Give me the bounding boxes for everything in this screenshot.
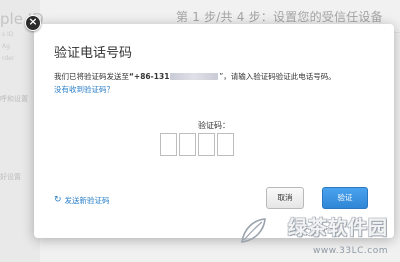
watermark: 绿茶软件园 www.33LC.com xyxy=(236,210,396,260)
background-sidebar-item: 呼和设置 xyxy=(0,95,28,103)
code-input-group xyxy=(160,133,234,156)
cancel-button[interactable]: 取消 xyxy=(266,187,304,209)
background-step-title: 第 1 步/共 4 步：设置您的受信任设备 xyxy=(176,10,383,24)
code-label: 验证码： xyxy=(198,121,230,130)
resend-code-label: 发送新验证码 xyxy=(64,196,110,205)
message-suffix: ”，请输入验证码验证此电话号码。 xyxy=(219,72,336,81)
dialog-message: 我们已将验证码发送至“+86-131 ”，请输入验证码验证此电话号码。 xyxy=(54,71,336,82)
leaf-logo-icon xyxy=(241,218,266,243)
verify-phone-dialog: 验证电话号码 我们已将验证码发送至“+86-131 ”，请输入验证码验证此电话号码… xyxy=(34,24,394,238)
resend-code-link[interactable]: ↻ 发送新验证码 xyxy=(54,195,110,206)
watermark-name: 绿茶软件园 xyxy=(287,217,388,239)
phone-number-redaction xyxy=(170,73,219,80)
code-digit-input[interactable] xyxy=(198,133,215,156)
background-line: Ag xyxy=(2,43,10,50)
background-line: rder xyxy=(2,55,15,62)
code-digit-input[interactable] xyxy=(179,133,196,156)
code-digit-input[interactable] xyxy=(160,133,177,156)
close-icon[interactable]: × xyxy=(25,15,41,31)
background-line: s ID xyxy=(2,31,14,38)
no-code-received-link[interactable]: 没有收到验证码？ xyxy=(54,84,114,95)
dialog-title: 验证电话号码 xyxy=(54,46,133,61)
message-prefix: 我们已将验证码发送至 xyxy=(54,72,129,81)
verify-button[interactable]: 验证 xyxy=(322,187,368,209)
refresh-icon: ↻ xyxy=(54,195,62,205)
watermark-url: www.33LC.com xyxy=(313,246,388,256)
code-digit-input[interactable] xyxy=(217,133,234,156)
phone-number: “+86-131 xyxy=(129,72,170,81)
background-sidebar-item: 好设置 xyxy=(0,173,21,181)
